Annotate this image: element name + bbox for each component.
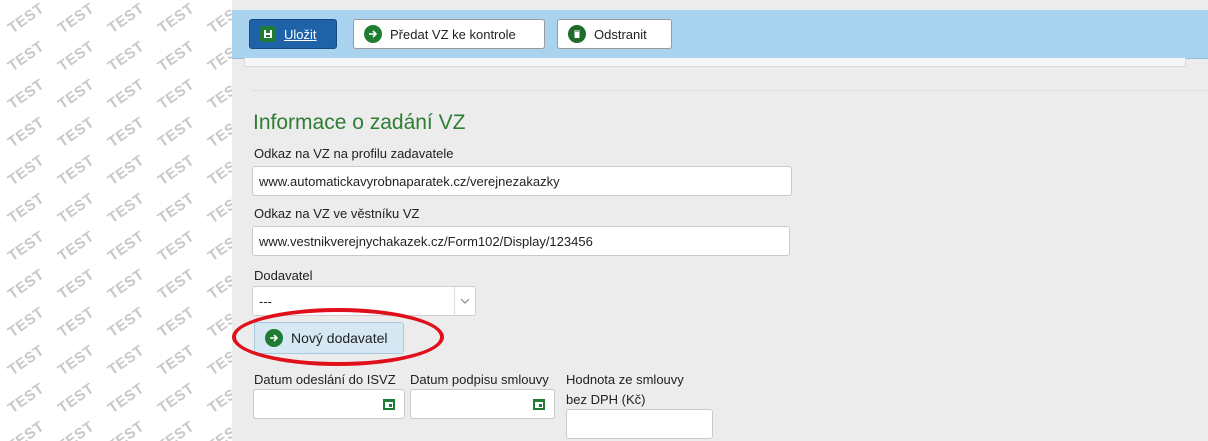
watermark-text: TEST bbox=[204, 113, 232, 152]
supplier-selected-value: --- bbox=[259, 293, 272, 309]
watermark-text: TEST bbox=[54, 113, 98, 152]
watermark-text: TEST bbox=[4, 37, 48, 76]
profile-link-input[interactable]: www.automatickavyrobnaparatek.cz/verejne… bbox=[252, 166, 792, 196]
watermark-text: TEST bbox=[4, 341, 48, 380]
date-signed-label: Datum podpisu smlouvy bbox=[410, 372, 549, 387]
watermark-text: TEST bbox=[104, 37, 148, 76]
watermark-text: TEST bbox=[154, 37, 198, 76]
watermark-text: TEST bbox=[54, 151, 98, 190]
watermark-text: TEST bbox=[154, 189, 198, 228]
watermark-text: TEST bbox=[104, 265, 148, 304]
watermark-text: TEST bbox=[4, 227, 48, 266]
watermark-text: TEST bbox=[104, 227, 148, 266]
watermark-text: TEST bbox=[204, 265, 232, 304]
watermark-text: TEST bbox=[104, 189, 148, 228]
new-supplier-label: Nový dodavatel bbox=[291, 330, 388, 346]
watermark-text: TEST bbox=[154, 303, 198, 342]
watermark-text: TEST bbox=[54, 341, 98, 380]
watermark-text: TEST bbox=[54, 227, 98, 266]
date-sent-label: Datum odeslání do ISVZ bbox=[254, 372, 396, 387]
calendar-icon[interactable] bbox=[382, 397, 396, 411]
watermark-text: TEST bbox=[4, 151, 48, 190]
watermark-text: TEST bbox=[204, 189, 232, 228]
watermark-text: TEST bbox=[154, 417, 198, 441]
trash-icon bbox=[568, 25, 586, 43]
watermark-text: TEST bbox=[4, 113, 48, 152]
test-watermark: TEST TEST TEST TEST TEST TEST TEST TEST TEST TEST… bbox=[0, 0, 232, 441]
watermark-text: TEST bbox=[154, 75, 198, 114]
submit-label: Předat VZ ke kontrole bbox=[390, 26, 516, 42]
watermark-text: TEST bbox=[154, 227, 198, 266]
watermark-text: TEST bbox=[104, 0, 148, 38]
floppy-disk-icon bbox=[260, 26, 276, 42]
watermark-text: TEST bbox=[204, 303, 232, 342]
watermark-text: TEST bbox=[104, 113, 148, 152]
contract-value-input[interactable] bbox=[566, 409, 713, 439]
watermark-text: TEST bbox=[54, 265, 98, 304]
contract-value-label-line2: bez DPH (Kč) bbox=[566, 392, 646, 407]
watermark-text: TEST bbox=[54, 379, 98, 418]
watermark-text: TEST bbox=[54, 75, 98, 114]
delete-button[interactable]: Odstranit bbox=[557, 19, 672, 49]
profile-link-label: Odkaz na VZ na profilu zadavatele bbox=[254, 146, 454, 161]
save-button[interactable]: Uložit bbox=[249, 19, 337, 49]
watermark-text: TEST bbox=[4, 189, 48, 228]
watermark-text: TEST bbox=[4, 75, 48, 114]
watermark-text: TEST bbox=[104, 303, 148, 342]
watermark-text: TEST bbox=[154, 0, 198, 38]
delete-label: Odstranit bbox=[594, 26, 647, 42]
watermark-text: TEST bbox=[204, 0, 232, 38]
watermark-text: TEST bbox=[4, 417, 48, 441]
watermark-text: TEST bbox=[204, 75, 232, 114]
watermark-text: TEST bbox=[154, 113, 198, 152]
watermark-text: TEST bbox=[104, 379, 148, 418]
watermark-text: TEST bbox=[154, 151, 198, 190]
profile-link-value: www.automatickavyrobnaparatek.cz/verejne… bbox=[259, 173, 560, 189]
watermark-text: TEST bbox=[154, 265, 198, 304]
watermark-text: TEST bbox=[54, 0, 98, 38]
save-label: Uložit bbox=[284, 26, 317, 42]
chevron-down-icon bbox=[454, 287, 475, 315]
section-title: Informace o zadání VZ bbox=[253, 111, 466, 134]
watermark-text: TEST bbox=[4, 303, 48, 342]
watermark-text: TEST bbox=[204, 379, 232, 418]
watermark-text: TEST bbox=[154, 379, 198, 418]
arrow-right-circle-icon bbox=[364, 25, 382, 43]
watermark-text: TEST bbox=[4, 379, 48, 418]
watermark-text: TEST bbox=[204, 37, 232, 76]
section-divider bbox=[252, 90, 1208, 91]
watermark-text: TEST bbox=[54, 37, 98, 76]
watermark-text: TEST bbox=[104, 75, 148, 114]
journal-link-value: www.vestnikverejnychakazek.cz/Form102/Di… bbox=[259, 233, 593, 249]
watermark-text: TEST bbox=[204, 151, 232, 190]
watermark-text: TEST bbox=[204, 417, 232, 441]
main-panel: Uložit Předat VZ ke kontrole Odstranit I… bbox=[232, 0, 1208, 441]
watermark-text: TEST bbox=[204, 341, 232, 380]
previous-section-bottom bbox=[244, 58, 1186, 67]
contract-value-label-line1: Hodnota ze smlouvy bbox=[566, 372, 684, 387]
contract-value-label: Hodnota ze smlouvy bez DPH (Kč) bbox=[566, 372, 684, 408]
watermark-text: TEST bbox=[4, 0, 48, 38]
calendar-icon[interactable] bbox=[532, 397, 546, 411]
supplier-select[interactable]: --- bbox=[252, 286, 476, 316]
watermark-text: TEST bbox=[54, 189, 98, 228]
watermark-text: TEST bbox=[54, 417, 98, 441]
new-supplier-button[interactable]: Nový dodavatel bbox=[254, 322, 404, 354]
supplier-label: Dodavatel bbox=[254, 268, 313, 283]
submit-for-review-button[interactable]: Předat VZ ke kontrole bbox=[353, 19, 545, 49]
watermark-text: TEST bbox=[104, 341, 148, 380]
watermark-text: TEST bbox=[204, 227, 232, 266]
date-sent-input[interactable] bbox=[253, 389, 405, 419]
watermark-text: TEST bbox=[54, 303, 98, 342]
watermark-text: TEST bbox=[154, 341, 198, 380]
watermark-text: TEST bbox=[104, 417, 148, 441]
action-toolbar: Uložit Předat VZ ke kontrole Odstranit bbox=[232, 10, 1208, 59]
arrow-right-circle-icon bbox=[265, 329, 283, 347]
journal-link-input[interactable]: www.vestnikverejnychakazek.cz/Form102/Di… bbox=[252, 226, 790, 256]
journal-link-label: Odkaz na VZ ve věstníku VZ bbox=[254, 206, 420, 221]
watermark-text: TEST bbox=[4, 265, 48, 304]
watermark-text: TEST bbox=[104, 151, 148, 190]
date-signed-input[interactable] bbox=[410, 389, 555, 419]
